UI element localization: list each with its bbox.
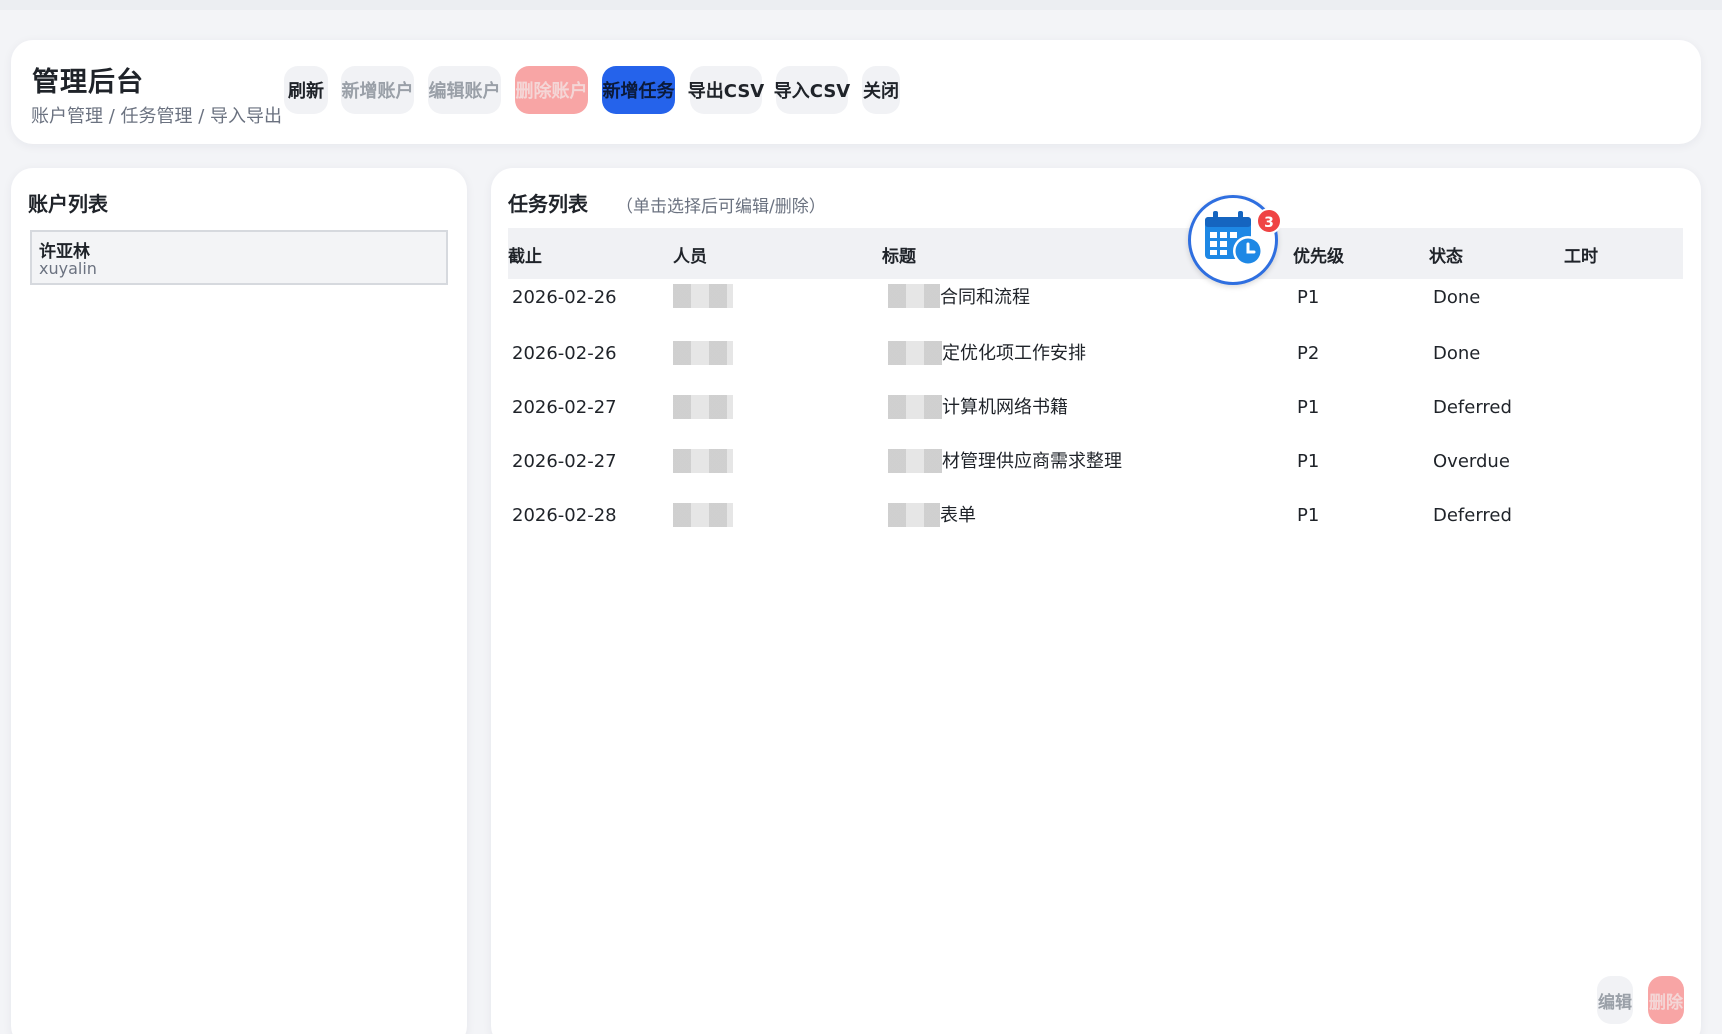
table-row[interactable]: 2026-02-27 材管理供应商需求整理 P1 Overdue bbox=[508, 435, 1683, 489]
redacted-person bbox=[673, 341, 733, 365]
column-header-person[interactable]: 人员 bbox=[673, 242, 707, 267]
redacted-person bbox=[673, 395, 733, 419]
cell-due: 2026-02-27 bbox=[512, 397, 617, 418]
task-panel: 任务列表 （单击选择后可编辑/删除） 截止 人员 标题 优先级 状态 工时 20… bbox=[491, 168, 1701, 1034]
delete-task-button[interactable]: 删除 bbox=[1648, 976, 1684, 1024]
cell-due: 2026-02-28 bbox=[512, 505, 617, 526]
cell-due: 2026-02-27 bbox=[512, 451, 617, 472]
account-item[interactable]: 许亚林 xuyalin bbox=[30, 230, 448, 285]
account-list-title: 账户列表 bbox=[28, 192, 108, 216]
redacted-title-prefix bbox=[888, 284, 940, 308]
cell-status: Overdue bbox=[1433, 451, 1510, 472]
account-username: xuyalin bbox=[39, 259, 97, 278]
table-row[interactable]: 2026-02-28 表单 P1 Deferred bbox=[508, 489, 1683, 543]
task-list-title: 任务列表 bbox=[508, 192, 588, 216]
cell-due: 2026-02-26 bbox=[512, 343, 617, 364]
export-csv-button[interactable]: 导出CSV bbox=[688, 66, 764, 114]
cell-status: Done bbox=[1433, 287, 1481, 308]
cell-priority: P1 bbox=[1297, 397, 1320, 418]
column-header-status[interactable]: 状态 bbox=[1429, 242, 1463, 267]
notification-count-badge: 3 bbox=[1256, 208, 1282, 234]
add-account-button[interactable]: 新增账户 bbox=[341, 66, 414, 114]
close-button[interactable]: 关闭 bbox=[862, 66, 900, 114]
add-task-button[interactable]: 新增任务 bbox=[602, 66, 675, 114]
floating-calendar-button[interactable]: 3 bbox=[1188, 195, 1282, 285]
redacted-title-prefix bbox=[888, 449, 942, 473]
cell-title: 表单 bbox=[940, 505, 976, 526]
table-header: 截止 人员 标题 优先级 状态 工时 bbox=[508, 228, 1683, 279]
toolbar: 刷新 新增账户 编辑账户 删除账户 新增任务 导出CSV 导入CSV 关闭 bbox=[284, 66, 900, 114]
breadcrumb: 账户管理 / 任务管理 / 导入导出 bbox=[31, 106, 283, 127]
task-list-hint: （单击选择后可编辑/删除） bbox=[616, 197, 826, 217]
redacted-title-prefix bbox=[888, 395, 942, 419]
cell-due: 2026-02-26 bbox=[512, 287, 617, 308]
column-header-title[interactable]: 标题 bbox=[882, 242, 916, 267]
cell-priority: P1 bbox=[1297, 287, 1320, 308]
column-header-hours[interactable]: 工时 bbox=[1564, 242, 1598, 267]
cell-priority: P1 bbox=[1297, 505, 1320, 526]
refresh-button[interactable]: 刷新 bbox=[284, 66, 328, 114]
cell-priority: P2 bbox=[1297, 343, 1320, 364]
redacted-person bbox=[673, 284, 733, 308]
column-header-priority[interactable]: 优先级 bbox=[1293, 242, 1344, 267]
redacted-title-prefix bbox=[888, 503, 940, 527]
column-header-due[interactable]: 截止 bbox=[508, 242, 542, 267]
edit-task-button[interactable]: 编辑 bbox=[1597, 976, 1633, 1024]
cell-status: Deferred bbox=[1433, 397, 1512, 418]
top-band bbox=[0, 0, 1722, 10]
table-row[interactable]: 2026-02-27 计算机网络书籍 P1 Deferred bbox=[508, 381, 1683, 435]
header-bar: 管理后台 账户管理 / 任务管理 / 导入导出 刷新 新增账户 编辑账户 删除账… bbox=[11, 40, 1701, 144]
cell-title: 材管理供应商需求整理 bbox=[942, 451, 1122, 472]
delete-account-button[interactable]: 删除账户 bbox=[515, 66, 588, 114]
cell-status: Done bbox=[1433, 343, 1481, 364]
import-csv-button[interactable]: 导入CSV bbox=[774, 66, 850, 114]
cell-status: Deferred bbox=[1433, 505, 1512, 526]
cell-title: 定优化项工作安排 bbox=[942, 343, 1086, 364]
redacted-person bbox=[673, 503, 733, 527]
table-row[interactable]: 2026-02-26 合同和流程 P1 Done bbox=[508, 278, 1683, 332]
redacted-person bbox=[673, 449, 733, 473]
cell-title: 合同和流程 bbox=[940, 287, 1030, 308]
page-title: 管理后台 bbox=[32, 67, 144, 98]
cell-title: 计算机网络书籍 bbox=[942, 397, 1068, 418]
account-panel: 账户列表 许亚林 xuyalin bbox=[11, 168, 467, 1034]
redacted-title-prefix bbox=[888, 341, 942, 365]
cell-priority: P1 bbox=[1297, 451, 1320, 472]
table-row[interactable]: 2026-02-26 定优化项工作安排 P2 Done bbox=[508, 327, 1683, 381]
edit-account-button[interactable]: 编辑账户 bbox=[428, 66, 501, 114]
